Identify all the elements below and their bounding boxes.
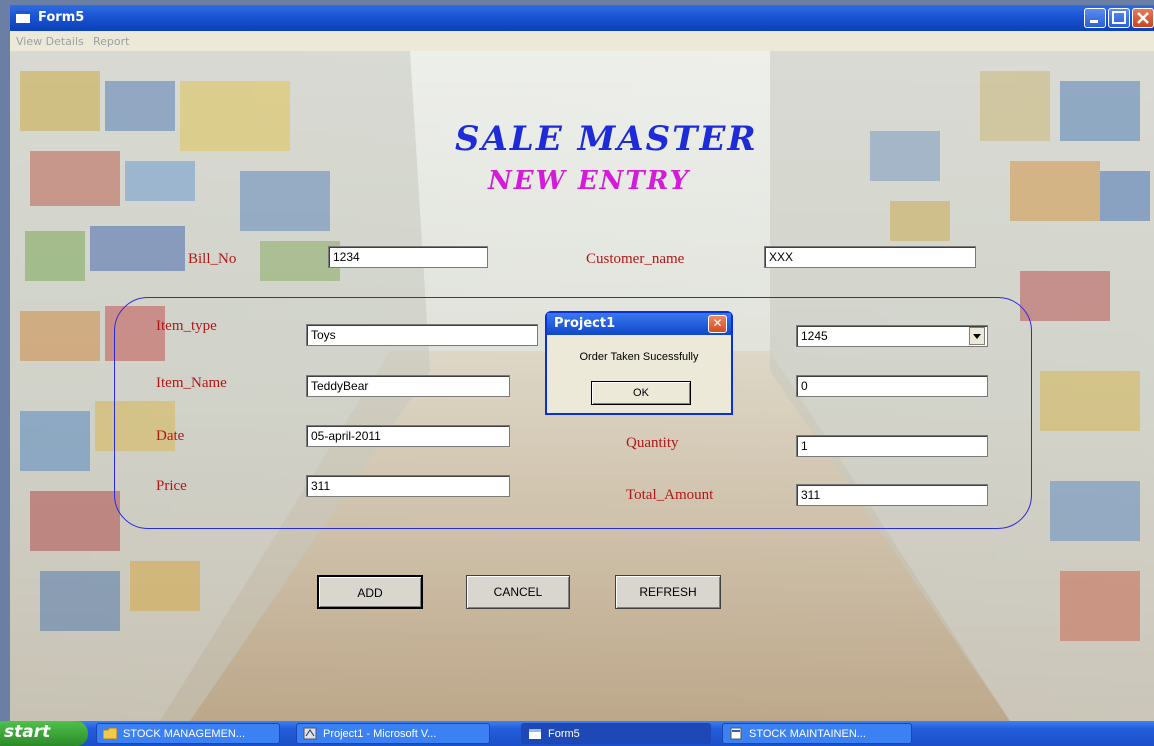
menu-report[interactable]: Report — [93, 35, 129, 48]
form-icon — [16, 11, 30, 23]
close-button[interactable] — [1132, 8, 1154, 28]
bill-no-label: Bill_No — [188, 251, 237, 267]
taskbar-item-label: Project1 - Microsoft V... — [323, 728, 437, 740]
item-code-combobox[interactable]: 1245 — [796, 325, 988, 347]
menu-bar: View Details Report — [10, 31, 1154, 51]
total-amount-label: Total_Amount — [626, 487, 714, 503]
item-code-value: 1245 — [801, 329, 828, 343]
date-field[interactable]: 05-april-2011 — [306, 425, 510, 447]
maximize-button[interactable] — [1108, 8, 1130, 28]
window-titlebar[interactable]: Form5 — [10, 5, 1154, 31]
refresh-button[interactable]: REFRESH — [615, 575, 721, 609]
date-label: Date — [156, 428, 185, 444]
stock-field[interactable]: 0 — [796, 375, 988, 397]
item-type-field[interactable]: Toys — [306, 324, 538, 346]
folder-icon — [103, 727, 117, 740]
price-label: Price — [156, 478, 187, 494]
taskbar: start STOCK MANAGEMEN... Project1 - Micr… — [0, 721, 1154, 746]
taskbar-item-project1[interactable]: Project1 - Microsoft V... — [296, 723, 490, 744]
dialog-close-button[interactable]: ✕ — [708, 315, 727, 333]
taskbar-item-label: Form5 — [548, 728, 580, 740]
dialog-message: Order Taken Sucessfully — [579, 351, 699, 363]
taskbar-item-form5[interactable]: Form5 — [521, 723, 711, 744]
window-title: Form5 — [38, 10, 85, 25]
minimize-icon — [1090, 20, 1098, 23]
maximize-icon — [1112, 11, 1126, 24]
sale-master-heading: SALE MASTER — [455, 119, 758, 159]
bill-no-field[interactable]: 1234 — [328, 246, 488, 268]
minimize-button[interactable] — [1084, 8, 1106, 28]
item-type-label: Item_type — [156, 318, 217, 334]
close-icon — [1137, 12, 1149, 24]
taskbar-item-label: STOCK MANAGEMEN... — [123, 728, 246, 740]
taskbar-item-stock-maintainen[interactable]: STOCK MAINTAINEN... — [722, 723, 912, 744]
total-amount-field[interactable]: 311 — [796, 484, 988, 506]
dialog-ok-button[interactable]: OK — [591, 381, 691, 405]
vb-icon — [303, 727, 317, 740]
dialog-titlebar[interactable]: Project1 ✕ — [547, 313, 731, 335]
customer-name-field[interactable]: XXX — [764, 246, 976, 268]
customer-name-label: Customer_name — [586, 251, 685, 267]
item-name-field[interactable]: TeddyBear — [306, 375, 510, 397]
form-icon — [529, 729, 541, 739]
document-icon — [730, 727, 742, 740]
price-field[interactable]: 311 — [306, 475, 510, 497]
message-dialog: Project1 ✕ Order Taken Sucessfully OK — [545, 311, 733, 415]
cancel-button[interactable]: CANCEL — [466, 575, 570, 609]
start-label: start — [4, 722, 51, 742]
new-entry-subheading: NEW ENTRY — [488, 166, 691, 196]
quantity-label: Quantity — [626, 435, 679, 451]
taskbar-item-stock-management[interactable]: STOCK MANAGEMEN... — [96, 723, 280, 744]
start-button[interactable]: start — [0, 721, 88, 746]
taskbar-item-label: STOCK MAINTAINEN... — [749, 728, 866, 740]
quantity-field[interactable]: 1 — [796, 435, 988, 457]
menu-view-details[interactable]: View Details — [16, 35, 84, 48]
dropdown-button[interactable] — [969, 327, 985, 345]
dialog-title: Project1 — [554, 316, 616, 331]
chevron-down-icon — [973, 334, 981, 339]
add-button[interactable]: ADD — [317, 575, 423, 609]
item-name-label: Item_Name — [156, 375, 227, 391]
close-icon: ✕ — [712, 316, 723, 330]
